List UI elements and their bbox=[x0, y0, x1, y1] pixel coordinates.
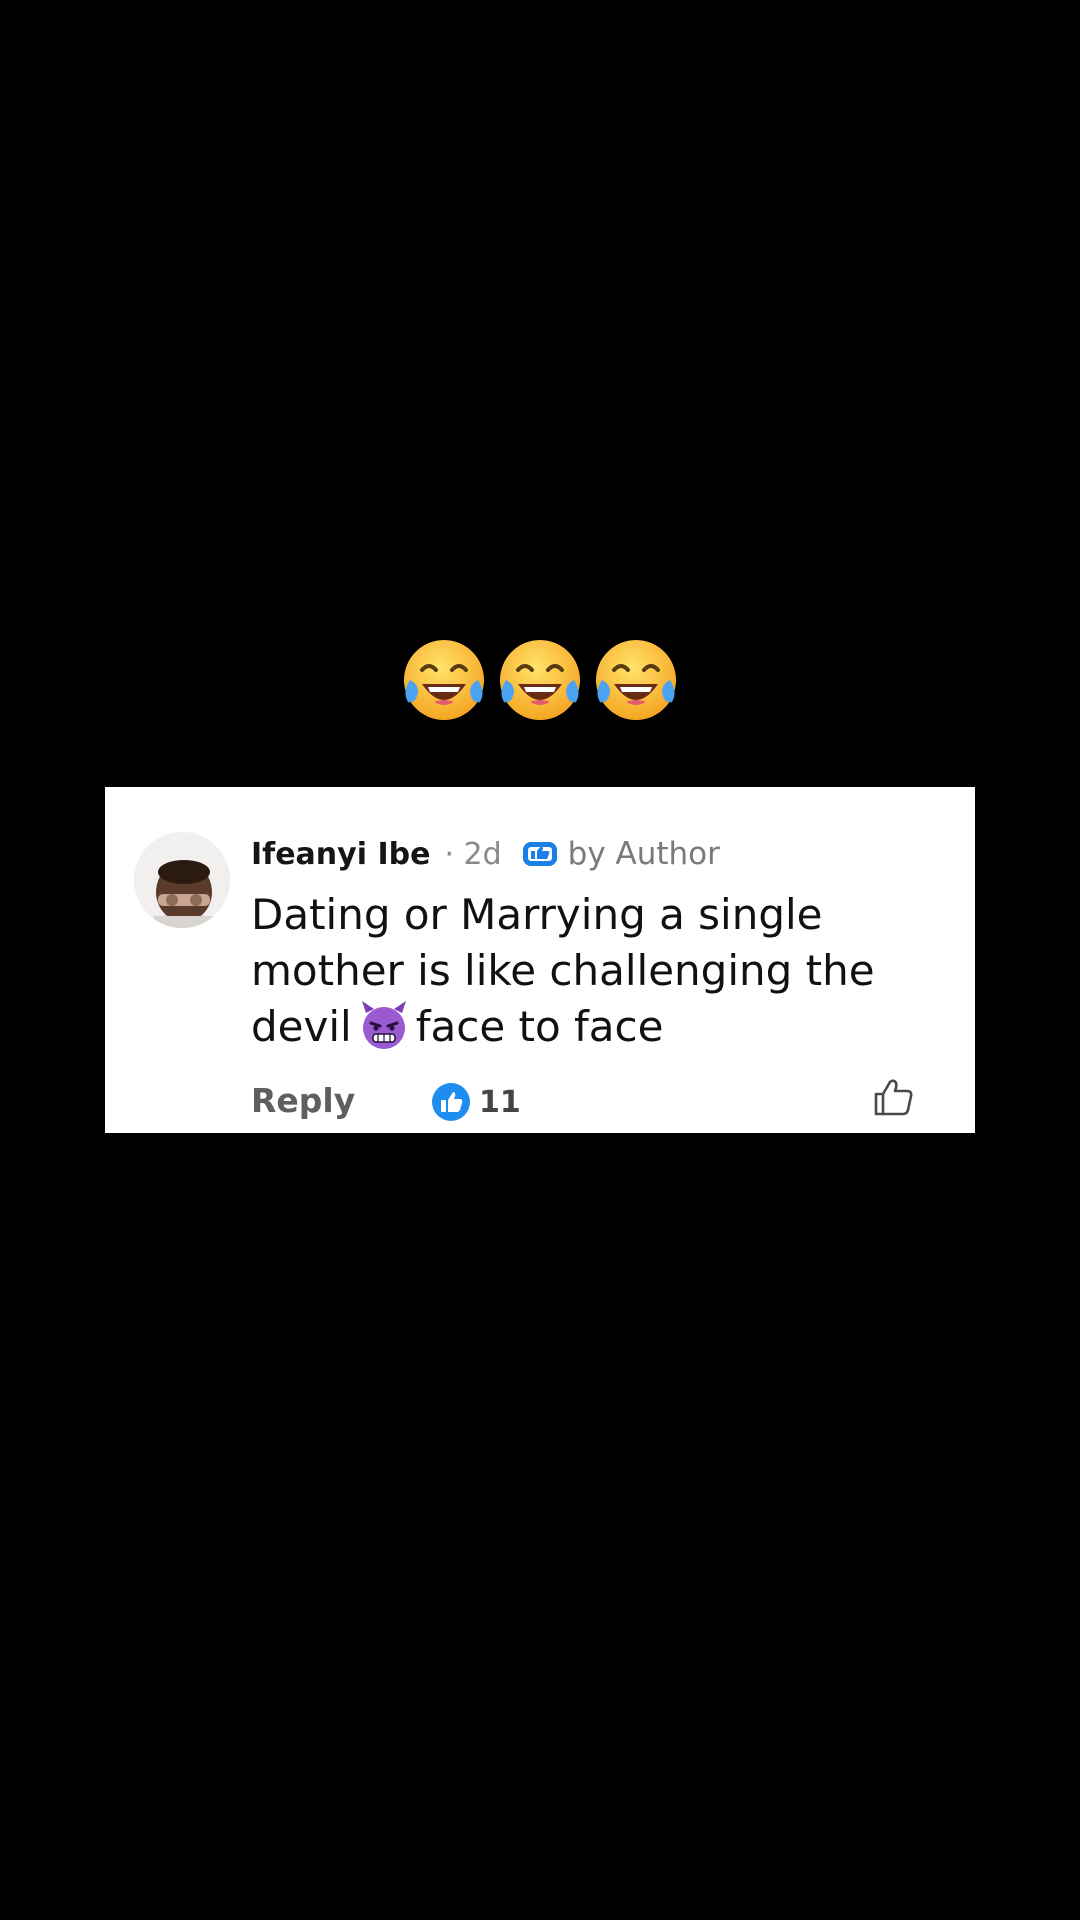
video-frame: Ifeanyi Ibe · 2d by Author Dating or Mar… bbox=[0, 0, 1080, 1920]
comment-body: Dating or Marrying a single mother is li… bbox=[251, 887, 951, 1055]
author-badge-label: by Author bbox=[567, 836, 720, 872]
comment-header: Ifeanyi Ibe · 2d by Author bbox=[251, 831, 720, 877]
comment-card: Ifeanyi Ibe · 2d by Author Dating or Mar… bbox=[105, 787, 975, 1133]
reaction-count: 11 bbox=[479, 1084, 521, 1120]
thumbs-up-badge-icon bbox=[522, 842, 557, 866]
like-reaction-icon bbox=[432, 1083, 470, 1121]
avatar-photo bbox=[134, 832, 230, 928]
reaction-summary[interactable]: 11 bbox=[431, 1080, 521, 1124]
comment-text-part-2: face to face bbox=[415, 1002, 664, 1051]
author-name[interactable]: Ifeanyi Ibe bbox=[251, 837, 430, 872]
reply-button[interactable]: Reply bbox=[251, 1079, 355, 1123]
comment-time: · 2d bbox=[444, 836, 502, 872]
author-badge: by Author bbox=[522, 836, 720, 872]
like-thumbs-up-icon[interactable] bbox=[870, 1074, 916, 1120]
face-with-tears-of-joy-icon bbox=[404, 640, 484, 720]
face-with-tears-of-joy-icon bbox=[500, 640, 580, 720]
emoji-row bbox=[0, 636, 1080, 732]
angry-devil-icon bbox=[361, 1001, 406, 1049]
face-with-tears-of-joy-icon bbox=[596, 640, 676, 720]
avatar[interactable] bbox=[134, 832, 230, 928]
